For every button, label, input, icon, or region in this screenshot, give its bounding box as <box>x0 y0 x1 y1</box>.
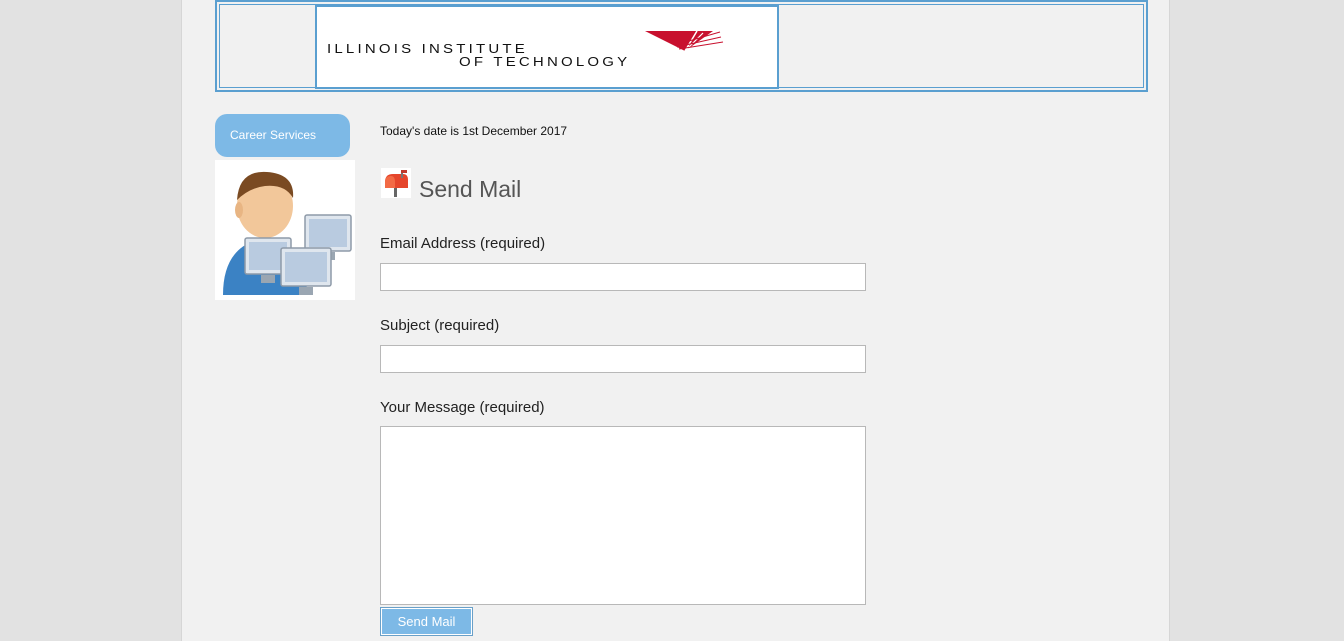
email-field[interactable] <box>380 263 866 291</box>
message-field[interactable] <box>380 426 866 605</box>
send-mail-button[interactable]: Send Mail <box>380 607 473 636</box>
subject-label: Subject (required) <box>380 317 500 334</box>
nav-career-services[interactable]: Career Services <box>215 114 350 157</box>
header-banner: ILLINOIS INSTITUTE OF TECHNOLOGY <box>215 0 1148 92</box>
user-with-computers-icon <box>215 160 355 300</box>
page-title: Send Mail <box>419 176 522 202</box>
page-container: ILLINOIS INSTITUTE OF TECHNOLOGY Career … <box>181 0 1170 641</box>
email-label: Email Address (required) <box>380 235 546 252</box>
message-label: Your Message (required) <box>380 399 545 416</box>
subject-field[interactable] <box>380 345 866 373</box>
logo-text-line2: OF TECHNOLOGY <box>459 55 631 70</box>
current-date-text: Today's date is 1st December 2017 <box>380 124 568 138</box>
iit-logo: ILLINOIS INSTITUTE OF TECHNOLOGY <box>315 5 779 89</box>
mailbox-icon <box>381 168 411 198</box>
